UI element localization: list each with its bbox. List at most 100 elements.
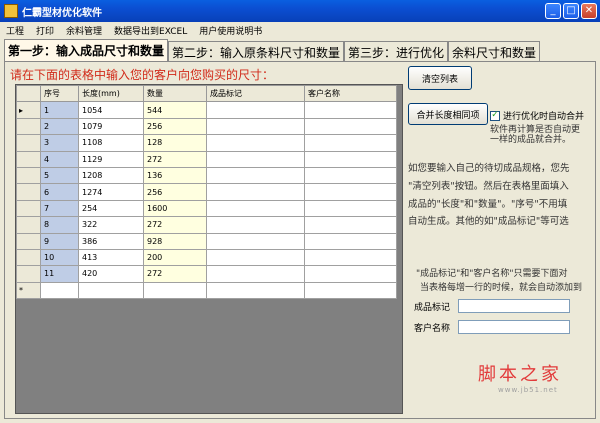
cell-mark[interactable]: [206, 216, 305, 234]
cell-length[interactable]: 254: [78, 199, 144, 218]
cell-mark[interactable]: [206, 150, 305, 168]
cell-seq[interactable]: 5: [40, 166, 79, 185]
cell-mark[interactable]: [206, 101, 305, 119]
cell-mark[interactable]: [206, 199, 305, 218]
clear-list-button[interactable]: 清空列表: [408, 66, 472, 90]
cell-qty[interactable]: 544: [143, 101, 207, 119]
cell-customer[interactable]: [304, 183, 397, 201]
cell-mark[interactable]: [206, 183, 305, 201]
cell-seq[interactable]: 7: [40, 199, 79, 218]
col-header-length[interactable]: 长度(mm): [78, 85, 144, 103]
cell-length[interactable]: 1129: [78, 150, 144, 168]
cell-customer[interactable]: [304, 232, 397, 250]
tab-step3[interactable]: 第三步：进行优化: [344, 41, 449, 61]
cell-seq[interactable]: 4: [40, 150, 79, 168]
table-row[interactable]: 8 322 272: [16, 216, 397, 234]
row-header[interactable]: [16, 150, 41, 168]
menu-export-excel[interactable]: 数据导出到EXCEL: [114, 24, 187, 37]
new-row-cell[interactable]: [40, 281, 79, 300]
auto-merge-checkbox[interactable]: ✓: [490, 110, 500, 121]
cell-seq[interactable]: 8: [40, 216, 79, 234]
col-header-seq[interactable]: 序号: [40, 85, 79, 103]
row-header[interactable]: [16, 183, 41, 201]
row-header[interactable]: [16, 117, 41, 136]
cell-mark[interactable]: [206, 248, 305, 267]
table-row[interactable]: ▸ 1 1054 544: [16, 101, 397, 119]
cell-qty[interactable]: 136: [143, 166, 207, 185]
new-row-cell[interactable]: [143, 281, 207, 300]
cell-qty[interactable]: 200: [143, 248, 207, 267]
table-row[interactable]: 4 1129 272: [16, 150, 397, 168]
maximize-button[interactable]: □: [563, 3, 579, 19]
tab-step1[interactable]: 第一步：输入成品尺寸和数量: [4, 39, 169, 61]
cell-seq[interactable]: 2: [40, 117, 79, 136]
row-header[interactable]: [16, 265, 41, 283]
row-header[interactable]: [16, 248, 41, 267]
cell-customer[interactable]: [304, 199, 397, 218]
col-header-qty[interactable]: 数量: [143, 85, 207, 103]
cell-length[interactable]: 1079: [78, 117, 144, 136]
row-header[interactable]: ▸: [16, 101, 41, 119]
cell-customer[interactable]: [304, 216, 397, 234]
cell-qty[interactable]: 272: [143, 150, 207, 168]
cell-qty[interactable]: 1600: [143, 199, 207, 218]
cell-seq[interactable]: 6: [40, 183, 79, 201]
cell-mark[interactable]: [206, 232, 305, 250]
table-row[interactable]: 7 254 1600: [16, 199, 397, 218]
cell-seq[interactable]: 1: [40, 101, 79, 119]
cell-customer[interactable]: [304, 101, 397, 119]
minimize-button[interactable]: _: [545, 3, 561, 19]
table-row[interactable]: 11 420 272: [16, 265, 397, 283]
table-row[interactable]: 9 386 928: [16, 232, 397, 250]
row-header[interactable]: [16, 232, 41, 250]
cell-length[interactable]: 1054: [78, 101, 144, 119]
tab-leftover[interactable]: 余料尺寸和数量: [448, 41, 541, 61]
table-row[interactable]: 5 1208 136: [16, 166, 397, 185]
cell-customer[interactable]: [304, 248, 397, 267]
cell-qty[interactable]: 256: [143, 183, 207, 201]
cell-seq[interactable]: 10: [40, 248, 79, 267]
new-row-header[interactable]: *: [16, 281, 41, 300]
cell-length[interactable]: 1108: [78, 134, 144, 152]
cell-length[interactable]: 1274: [78, 183, 144, 201]
cell-seq[interactable]: 9: [40, 232, 79, 250]
new-row[interactable]: *: [16, 281, 397, 300]
cell-seq[interactable]: 3: [40, 134, 79, 152]
cell-length[interactable]: 420: [78, 265, 144, 283]
table-row[interactable]: 3 1108 128: [16, 134, 397, 152]
col-header-customer[interactable]: 客户名称: [304, 85, 397, 103]
close-button[interactable]: ✕: [581, 3, 597, 19]
cell-mark[interactable]: [206, 134, 305, 152]
cell-mark[interactable]: [206, 166, 305, 185]
tab-step2[interactable]: 第二步：输入原条料尺寸和数量: [168, 41, 345, 61]
cell-length[interactable]: 413: [78, 248, 144, 267]
cell-length[interactable]: 386: [78, 232, 144, 250]
new-row-cell[interactable]: [206, 281, 305, 300]
cell-customer[interactable]: [304, 166, 397, 185]
cell-qty[interactable]: 272: [143, 265, 207, 283]
cell-customer[interactable]: [304, 117, 397, 136]
cell-mark[interactable]: [206, 265, 305, 283]
new-row-cell[interactable]: [78, 281, 144, 300]
table-row[interactable]: 2 1079 256: [16, 117, 397, 136]
cell-qty[interactable]: 928: [143, 232, 207, 250]
row-header[interactable]: [16, 199, 41, 218]
cell-seq[interactable]: 11: [40, 265, 79, 283]
customer-input[interactable]: [458, 320, 570, 334]
cell-qty[interactable]: 256: [143, 117, 207, 136]
mark-input[interactable]: [458, 299, 570, 313]
row-header[interactable]: [16, 134, 41, 152]
cell-mark[interactable]: [206, 117, 305, 136]
table-row[interactable]: 10 413 200: [16, 248, 397, 267]
cell-length[interactable]: 322: [78, 216, 144, 234]
menu-project[interactable]: 工程: [6, 24, 24, 37]
data-grid[interactable]: 序号 长度(mm) 数量 成品标记 客户名称 ▸ 1 1054 544 2 1079 256…: [15, 84, 403, 414]
row-header[interactable]: [16, 216, 41, 234]
cell-length[interactable]: 1208: [78, 166, 144, 185]
cell-customer[interactable]: [304, 150, 397, 168]
merge-same-length-button[interactable]: 合并长度相同项: [408, 103, 488, 125]
table-row[interactable]: 6 1274 256: [16, 183, 397, 201]
menu-print[interactable]: 打印: [36, 24, 54, 37]
col-header-mark[interactable]: 成品标记: [206, 85, 305, 103]
row-header[interactable]: [16, 166, 41, 185]
